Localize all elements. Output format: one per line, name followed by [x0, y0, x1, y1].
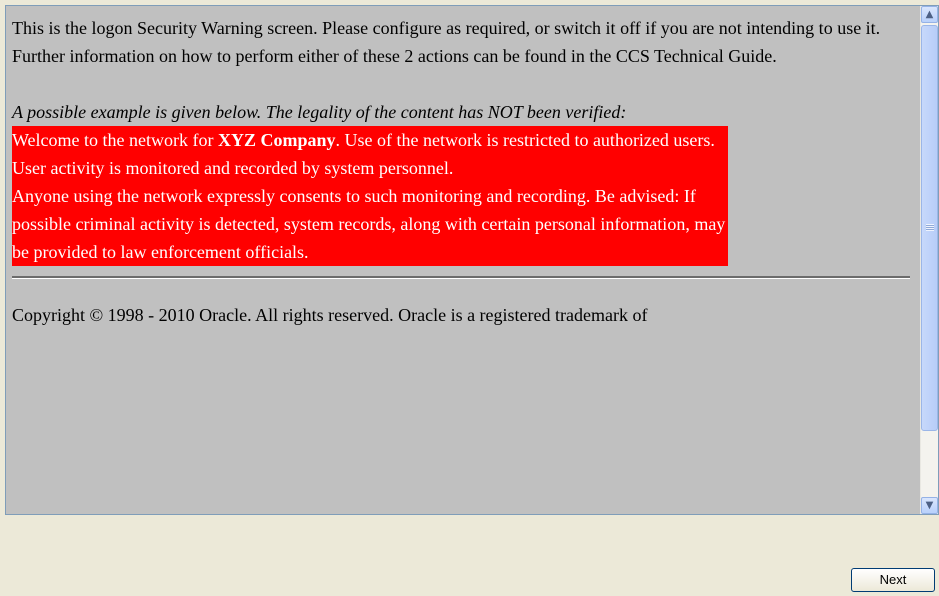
intro-paragraph: This is the logon Security Warning scree…: [12, 18, 881, 38]
next-button[interactable]: Next: [851, 568, 935, 592]
divider: [12, 276, 910, 279]
vertical-scrollbar[interactable]: ▲ ▼: [920, 6, 938, 514]
message-content: This is the logon Security Warning scree…: [12, 14, 910, 329]
warning-text-pre: Welcome to the network for: [12, 130, 218, 150]
scroll-up-icon[interactable]: ▲: [921, 6, 938, 23]
content-viewer[interactable]: This is the logon Security Warning scree…: [5, 5, 939, 515]
example-note: A possible example is given below. The l…: [12, 102, 627, 122]
info-paragraph: Further information on how to perform ei…: [12, 46, 777, 66]
copyright-text: Copyright © 1998 - 2010 Oracle. All righ…: [12, 305, 648, 325]
warning-text-consent: Anyone using the network expressly conse…: [12, 186, 726, 262]
warning-banner: Welcome to the network for XYZ Company. …: [12, 126, 728, 266]
company-name: XYZ Company: [217, 130, 336, 150]
grip-icon: [926, 224, 934, 231]
scroll-down-icon[interactable]: ▼: [921, 497, 938, 514]
scroll-thumb[interactable]: [921, 25, 938, 431]
